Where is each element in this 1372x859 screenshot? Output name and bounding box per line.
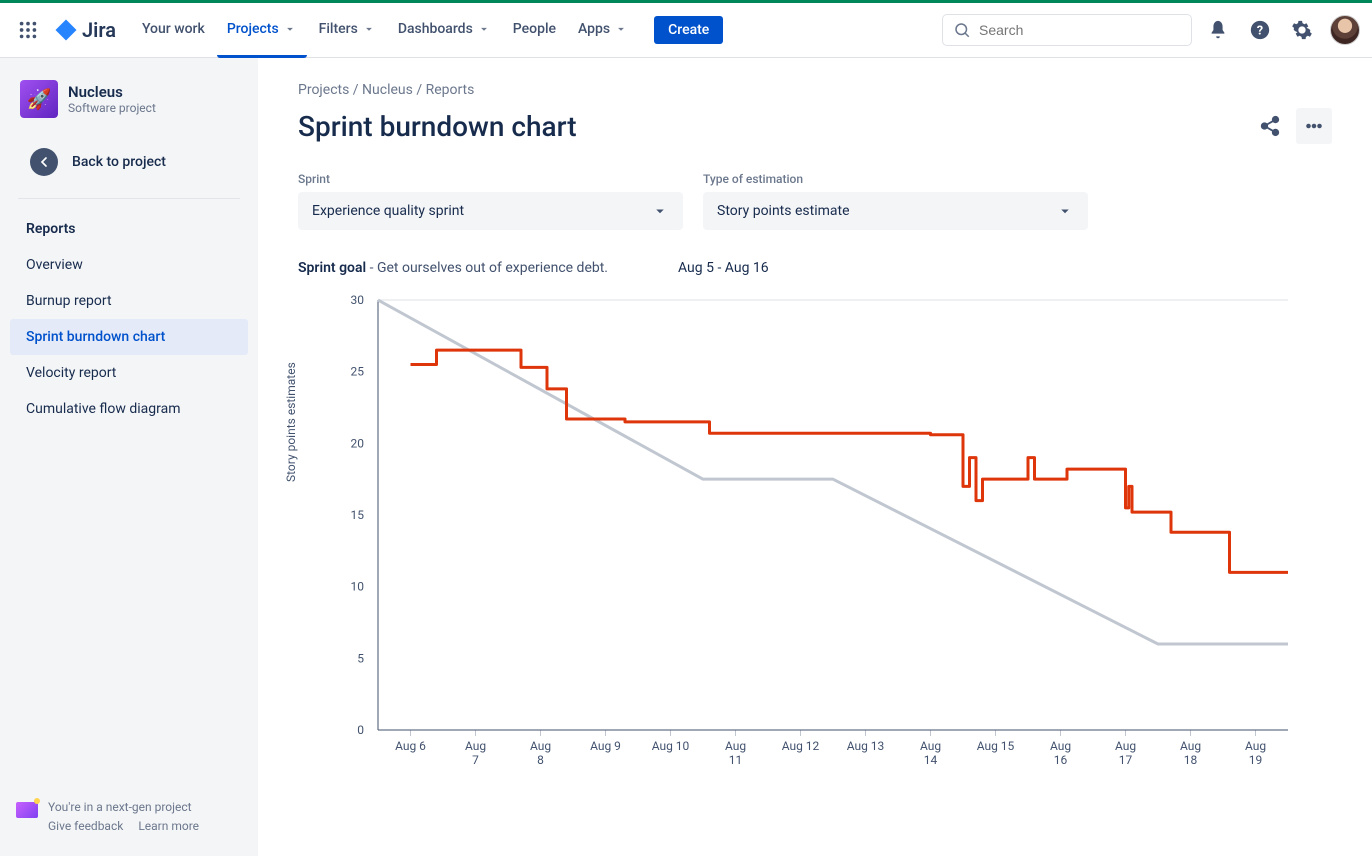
- svg-text:10: 10: [351, 580, 365, 594]
- svg-text:5: 5: [357, 651, 364, 665]
- page-title: Sprint burndown chart: [298, 110, 577, 143]
- nav-item-projects[interactable]: Projects: [217, 3, 307, 58]
- estimation-filter-label: Type of estimation: [703, 172, 1088, 186]
- project-header[interactable]: 🚀 Nucleus Software project: [10, 80, 248, 138]
- logo-text: Jira: [82, 18, 116, 42]
- svg-text:17: 17: [1119, 753, 1133, 767]
- svg-text:25: 25: [351, 365, 365, 379]
- chevron-down-icon: [1056, 202, 1074, 220]
- sidebar-item-burnup-report[interactable]: Burnup report: [10, 283, 248, 319]
- svg-text:16: 16: [1054, 753, 1068, 767]
- project-icon: 🚀: [20, 80, 58, 118]
- svg-text:8: 8: [537, 753, 544, 767]
- nav-item-apps[interactable]: Apps: [568, 3, 638, 58]
- sprint-select-value: Experience quality sprint: [312, 203, 464, 219]
- svg-text:0: 0: [357, 723, 364, 737]
- svg-text:15: 15: [351, 508, 365, 522]
- svg-text:7: 7: [472, 753, 479, 767]
- svg-text:Aug 12: Aug 12: [782, 739, 820, 753]
- sidebar-footer: You're in a next-gen project Give feedba…: [10, 788, 248, 846]
- svg-text:Aug: Aug: [1115, 739, 1136, 753]
- nav-item-your-work[interactable]: Your work: [132, 3, 215, 58]
- help-icon[interactable]: ?: [1244, 14, 1276, 46]
- estimation-select[interactable]: Story points estimate: [703, 192, 1088, 230]
- back-arrow-icon: [30, 148, 58, 176]
- more-actions-icon[interactable]: [1296, 108, 1332, 144]
- burndown-chart: Story points estimates 510152025300Aug 6…: [298, 290, 1332, 794]
- sidebar-section-label: Reports: [10, 199, 248, 247]
- breadcrumb[interactable]: Projects / Nucleus / Reports: [298, 82, 1332, 98]
- footer-info: You're in a next-gen project: [48, 798, 211, 817]
- svg-text:Aug: Aug: [725, 739, 746, 753]
- svg-text:Aug: Aug: [920, 739, 941, 753]
- sidebar-item-overview[interactable]: Overview: [10, 247, 248, 283]
- give-feedback-link[interactable]: Give feedback: [48, 819, 123, 833]
- y-axis-label: Story points estimates: [284, 362, 298, 482]
- create-button[interactable]: Create: [654, 16, 723, 44]
- svg-text:11: 11: [729, 753, 743, 767]
- sprint-goal-label: Sprint goal: [298, 260, 366, 276]
- jira-logo[interactable]: Jira: [54, 18, 116, 42]
- notifications-icon[interactable]: [1202, 14, 1234, 46]
- back-to-project-link[interactable]: Back to project: [18, 138, 240, 199]
- sprint-date-range: Aug 5 - Aug 16: [678, 260, 769, 276]
- nav-item-dashboards[interactable]: Dashboards: [388, 3, 501, 58]
- svg-text:20: 20: [351, 436, 365, 450]
- svg-text:Aug: Aug: [1050, 739, 1071, 753]
- svg-text:Aug: Aug: [1245, 739, 1266, 753]
- project-type: Software project: [68, 101, 156, 115]
- estimation-select-value: Story points estimate: [717, 203, 850, 219]
- svg-text:30: 30: [351, 293, 365, 307]
- svg-text:Aug 15: Aug 15: [977, 739, 1015, 753]
- svg-text:Aug: Aug: [465, 739, 486, 753]
- svg-text:Aug 13: Aug 13: [847, 739, 885, 753]
- svg-text:Aug: Aug: [530, 739, 551, 753]
- sidebar-item-sprint-burndown-chart[interactable]: Sprint burndown chart: [10, 319, 248, 355]
- svg-text:Aug: Aug: [1180, 739, 1201, 753]
- nav-items: Your workProjectsFiltersDashboardsPeople…: [132, 3, 638, 58]
- svg-text:18: 18: [1184, 753, 1198, 767]
- search-input[interactable]: [942, 14, 1192, 46]
- search-field[interactable]: [979, 22, 1181, 38]
- main-content: Projects / Nucleus / Reports Sprint burn…: [258, 58, 1372, 856]
- svg-text:14: 14: [924, 753, 938, 767]
- share-icon[interactable]: [1252, 108, 1288, 144]
- user-avatar[interactable]: [1330, 15, 1360, 45]
- svg-text:Aug 6: Aug 6: [395, 739, 426, 753]
- sprint-select[interactable]: Experience quality sprint: [298, 192, 683, 230]
- nav-item-people[interactable]: People: [503, 3, 566, 58]
- nextgen-icon: [16, 802, 38, 818]
- back-label: Back to project: [72, 154, 166, 170]
- sprint-goal-text: - Get ourselves out of experience debt.: [366, 260, 608, 276]
- chevron-down-icon: [651, 202, 669, 220]
- sidebar: 🚀 Nucleus Software project Back to proje…: [0, 58, 258, 856]
- settings-icon[interactable]: [1286, 14, 1318, 46]
- sidebar-item-velocity-report[interactable]: Velocity report: [10, 355, 248, 391]
- project-name: Nucleus: [68, 83, 156, 101]
- svg-text:19: 19: [1249, 753, 1263, 767]
- svg-text:?: ?: [1257, 24, 1263, 39]
- chart-svg: 510152025300Aug 6Aug7Aug8Aug 9Aug 10Aug1…: [298, 290, 1298, 790]
- sprint-filter-label: Sprint: [298, 172, 683, 186]
- svg-text:Aug 10: Aug 10: [652, 739, 690, 753]
- app-switcher-icon[interactable]: [12, 14, 44, 46]
- nav-item-filters[interactable]: Filters: [309, 3, 386, 58]
- learn-more-link[interactable]: Learn more: [138, 819, 199, 833]
- top-nav: Jira Your workProjectsFiltersDashboardsP…: [0, 0, 1372, 58]
- sidebar-item-cumulative-flow-diagram[interactable]: Cumulative flow diagram: [10, 391, 248, 427]
- svg-text:Aug 9: Aug 9: [590, 739, 621, 753]
